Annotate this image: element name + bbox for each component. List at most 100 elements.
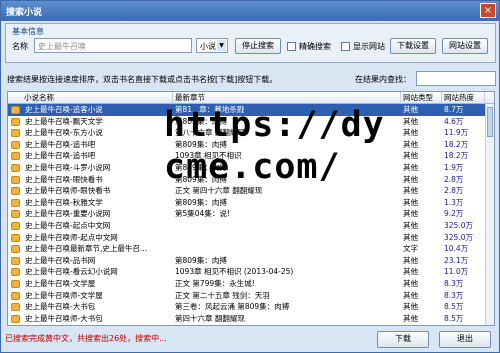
book-icon bbox=[11, 303, 20, 312]
table-row[interactable]: 史上最牛召唤-品书网 第809集：肉搏 其他 23.1万 bbox=[8, 255, 494, 267]
row-name: 史上最牛召唤-起点中文网 bbox=[25, 221, 111, 230]
row-name: 史上最牛召唤-品书网 bbox=[25, 255, 96, 265]
row-name: 史上最牛召唤-斗罗小说网 bbox=[25, 163, 111, 172]
watermark-line-2: cme.com/ bbox=[164, 147, 341, 187]
book-icon bbox=[11, 164, 20, 172]
row-type: 其他 bbox=[403, 128, 418, 138]
col-name-header[interactable]: 小说名称 bbox=[8, 92, 173, 104]
table-row[interactable]: 史上最牛召唤-起点中文网 其他 325.0万 bbox=[8, 220, 494, 232]
download-button[interactable]: 下载 bbox=[377, 331, 429, 348]
row-heat: 4.6万 bbox=[444, 116, 464, 126]
book-icon bbox=[11, 268, 20, 277]
row-heat: 8.5万 bbox=[444, 313, 464, 323]
watermark: https://dy cme.com/ bbox=[164, 104, 385, 188]
row-chapter: 第5集04集：说! bbox=[175, 209, 230, 219]
show-site-checkbox[interactable] bbox=[341, 42, 350, 51]
exit-button[interactable]: 退出 bbox=[439, 331, 491, 348]
row-heat: 8.5万 bbox=[444, 302, 464, 312]
row-type: 其他 bbox=[403, 163, 418, 172]
type-select-value: 小说 bbox=[200, 42, 216, 51]
filter-input[interactable] bbox=[416, 71, 496, 86]
row-heat: 23.1万 bbox=[444, 255, 469, 265]
site-settings-button[interactable]: 网站设置 bbox=[442, 38, 488, 54]
book-icon bbox=[11, 152, 20, 161]
stop-search-button[interactable]: 停止搜索 bbox=[235, 38, 281, 54]
book-icon bbox=[11, 210, 20, 219]
row-name: 史上最牛召唤-文学屋 bbox=[25, 279, 96, 288]
row-name: 史上最牛召唤师-文学屋 bbox=[25, 290, 103, 300]
row-chapter: 第三卷：风起云涌 第809集：肉搏 bbox=[175, 302, 290, 312]
name-input[interactable]: 史上最牛召唤 bbox=[34, 38, 192, 53]
row-heat: 8.7万 bbox=[444, 105, 464, 114]
row-chapter: 第四十六章 翻翻耀现 bbox=[175, 313, 245, 323]
search-novel-window: 搜索小说 × 基本信息 名称 史上最牛召唤 小说 ▼ 停止搜索 精确搜索 显示网… bbox=[0, 0, 500, 353]
row-name: 史上最牛召唤-重要小说网 bbox=[25, 209, 111, 219]
exact-search-checkbox[interactable] bbox=[287, 42, 296, 51]
row-heat: 2.8万 bbox=[444, 174, 464, 184]
group-title: 基本信息 bbox=[12, 27, 44, 36]
row-heat: 18.2万 bbox=[444, 151, 469, 161]
instructions-text: 搜索结果按连接速度排序，双击书名直接下载或点击书名按[下载]按钮下载。 bbox=[7, 75, 278, 84]
table-row[interactable]: 史上最牛召唤师-文学屋 正文 第二十五章 残剑：天羽 其他 8.3万 bbox=[8, 290, 494, 302]
book-icon bbox=[11, 245, 20, 254]
row-type: 其他 bbox=[403, 313, 418, 323]
row-heat: 2.8万 bbox=[444, 186, 464, 196]
book-icon bbox=[11, 129, 20, 138]
row-type: 其他 bbox=[403, 116, 418, 126]
table-header: 小说名称 最新章节 网站类型 网站热度 bbox=[8, 92, 494, 104]
row-type: 其他 bbox=[403, 139, 418, 149]
watermark-line-1: https://dy bbox=[164, 105, 385, 145]
row-heat: 8.3万 bbox=[444, 279, 464, 288]
table-row[interactable]: 史上最牛召唤-大书包 第三卷：风起云涌 第809集：肉搏 其他 8.5万 bbox=[8, 301, 494, 313]
col-type-header[interactable]: 网站类型 bbox=[401, 92, 442, 104]
row-type: 其他 bbox=[403, 267, 418, 277]
col-heat-header[interactable]: 网站热度 bbox=[442, 92, 485, 104]
row-name: 史上最牛召唤师-眼快看书 bbox=[25, 186, 111, 196]
vertical-scrollbar[interactable] bbox=[485, 104, 494, 325]
book-icon bbox=[11, 140, 20, 149]
book-icon bbox=[11, 175, 20, 184]
row-heat: 1.9万 bbox=[444, 163, 464, 172]
row-heat: 9.2万 bbox=[444, 209, 464, 219]
table-row[interactable]: 史上最牛召唤师-起点中文网 其他 325.0万 bbox=[8, 232, 494, 244]
scrollbar-thumb[interactable] bbox=[487, 107, 493, 137]
row-name: 史上最牛召唤最新章节,史上最牛召... bbox=[25, 244, 148, 254]
book-icon bbox=[11, 198, 20, 207]
table-row[interactable]: 史上最牛召唤最新章节,史上最牛召... 文字 10.4万 bbox=[8, 243, 494, 255]
row-type: 其他 bbox=[403, 221, 418, 230]
row-heat: 10.4万 bbox=[444, 244, 469, 254]
title-bar: 搜索小说 × bbox=[1, 1, 499, 21]
book-icon bbox=[11, 314, 20, 323]
row-name: 史上最牛召唤-看云幻小说网 bbox=[25, 267, 118, 277]
chevron-down-icon[interactable]: ▼ bbox=[217, 40, 226, 51]
book-icon bbox=[11, 187, 20, 196]
table-row[interactable]: 史上最牛召唤-秋雅文学 第809集：肉搏 其他 1.3万 bbox=[8, 197, 494, 209]
row-chapter bbox=[175, 232, 399, 244]
row-heat: 8.3万 bbox=[444, 290, 464, 300]
row-chapter bbox=[175, 243, 399, 255]
row-chapter: 正文 第799集：永生城! bbox=[175, 279, 255, 288]
row-type: 其他 bbox=[403, 290, 418, 300]
row-name: 史上最牛召唤-追客小说 bbox=[25, 105, 103, 114]
show-site-label: 显示网站 bbox=[353, 42, 385, 51]
close-icon[interactable]: × bbox=[480, 3, 496, 18]
row-name: 史上最牛召唤-飘天文学 bbox=[25, 116, 103, 126]
type-select[interactable]: 小说 ▼ bbox=[196, 38, 228, 53]
table-row[interactable]: 史上最牛召唤-重要小说网 第5集04集：说! 其他 9.2万 bbox=[8, 208, 494, 220]
row-type: 其他 bbox=[403, 255, 418, 265]
row-name: 史上最牛召唤-秋雅文学 bbox=[25, 197, 103, 207]
row-name: 史上最牛召唤-追书吧 bbox=[25, 151, 96, 161]
table-row[interactable]: 史上最牛召唤-看云幻小说网 1093章 相见不相识 (2013-04-25) 其他 1… bbox=[8, 266, 494, 278]
table-row[interactable]: 史上最牛召唤-文学屋 正文 第799集：永生城! 其他 8.3万 bbox=[8, 278, 494, 290]
row-heat: 11.0万 bbox=[444, 267, 469, 277]
table-row[interactable]: 史上最牛召唤师-大书包 第四十六章 翻翻耀现 其他 8.5万 bbox=[8, 313, 494, 325]
row-type: 其他 bbox=[403, 302, 418, 312]
filter-label: 在结果内查找： bbox=[355, 75, 411, 84]
download-settings-button[interactable]: 下载设置 bbox=[390, 38, 436, 54]
book-icon bbox=[11, 117, 20, 126]
row-name: 史上最牛召唤-追书吧 bbox=[25, 139, 96, 149]
col-chapter-header[interactable]: 最新章节 bbox=[173, 92, 401, 104]
row-chapter bbox=[175, 220, 399, 232]
row-chapter: 正文 第二十五章 残剑：天羽 bbox=[175, 290, 270, 300]
row-type: 其他 bbox=[403, 232, 418, 242]
